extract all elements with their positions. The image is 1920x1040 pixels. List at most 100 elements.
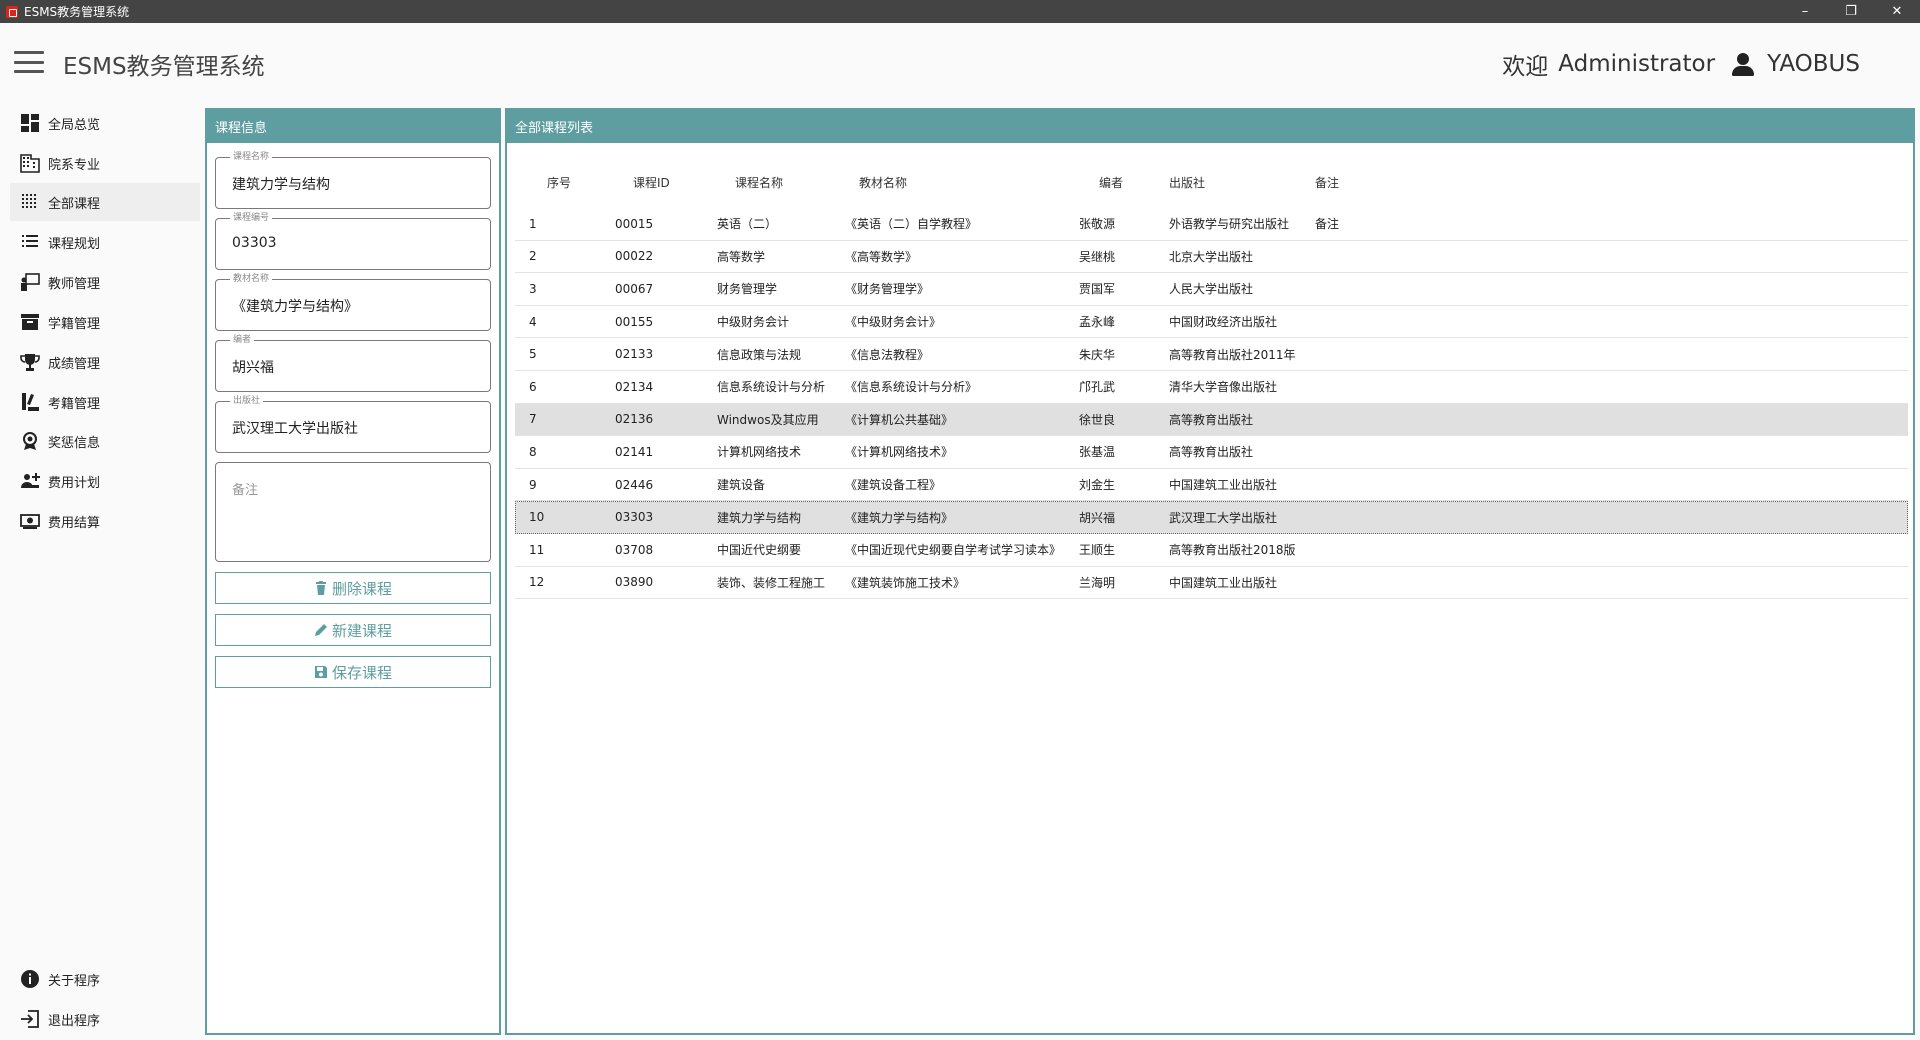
sidebar-item-label: 全部课程: [48, 196, 101, 212]
field-value: 武汉理工大学出版社: [232, 421, 358, 437]
table-cell-author: 张敬源: [1079, 217, 1116, 232]
column-header[interactable]: 课程名称: [717, 174, 845, 191]
sidebar-item-departments[interactable]: 院系专业: [10, 144, 200, 182]
table-cell-book: 《信息系统设计与分析》: [845, 380, 978, 395]
table-row[interactable]: 4 00155 中级财务会计 《中级财务会计》 孟永峰 中国财政经济出版社: [515, 306, 1908, 339]
table-row[interactable]: 11 03708 中国近代史纲要 《中国近现代史纲要自学考试学习读本》 王顺生 高等教育出…: [515, 534, 1908, 567]
sidebar-item-label: 学籍管理: [48, 316, 101, 332]
field-label: 编者: [230, 335, 255, 346]
table-row[interactable]: 7 02136 Windwos及其应用 《计算机公共基础》 徐世良 高等教育出版社: [515, 403, 1908, 437]
table-cell-author: 胡兴福: [1079, 510, 1116, 525]
app-header: ESMS教务管理系统 欢迎 Administrator YAOBUS: [0, 23, 1920, 100]
window-controls: – ❐ ✕: [1782, 0, 1920, 23]
sidebar-item-about[interactable]: 关于程序: [10, 960, 200, 998]
table-row[interactable]: 5 02133 信息政策与法规 《信息法教程》 朱庆华 高等教育出版社2011年: [515, 338, 1908, 371]
column-header[interactable]: 编者: [1079, 174, 1169, 191]
button-label: 保存课程: [331, 663, 392, 682]
table-cell-publisher: 中国建筑工业出版社: [1169, 575, 1278, 590]
archive-icon: [20, 312, 40, 332]
teacher-icon: [20, 272, 40, 292]
save-course-button[interactable]: 保存课程: [215, 656, 491, 688]
close-button[interactable]: ✕: [1874, 0, 1920, 23]
table-cell-id: 03708: [615, 542, 654, 557]
table-row[interactable]: 10 03303 建筑力学与结构 《建筑力学与结构》 胡兴福 武汉理工大学出版社: [515, 501, 1908, 534]
table-cell-name: 计算机网络技术: [717, 445, 802, 460]
table-cell-publisher: 高等教育出版社2018版: [1169, 543, 1296, 558]
sidebar-item-all-courses[interactable]: 全部课程: [10, 183, 200, 221]
user-name: Administrator: [1558, 51, 1716, 77]
restore-button[interactable]: ❐: [1828, 0, 1874, 23]
course-name-field[interactable]: 课程名称 建筑力学与结构: [215, 152, 491, 209]
column-header[interactable]: 教材名称: [845, 174, 1079, 191]
field-label: 出版社: [230, 396, 264, 407]
course-code-field[interactable]: 课程编号 03303: [215, 213, 491, 270]
publisher-field[interactable]: 出版社 武汉理工大学出版社: [215, 396, 491, 453]
sidebar-item-cost-plan[interactable]: 费用计划: [10, 462, 200, 500]
field-value: 建筑力学与结构: [232, 177, 330, 193]
menu-toggle-icon[interactable]: [14, 51, 44, 73]
table-cell-book: 《建筑设备工程》: [845, 478, 942, 493]
sidebar-item-overview[interactable]: 全局总览: [10, 104, 200, 142]
table-cell-idx: 12: [529, 575, 545, 590]
table-cell-name: 建筑力学与结构: [717, 510, 802, 525]
table-cell-book: 《高等数学》: [845, 249, 918, 264]
table-cell-book: 《建筑装饰施工技术》: [845, 575, 966, 590]
memo-placeholder: 备注: [232, 483, 259, 498]
sidebar-item-label: 教师管理: [48, 276, 101, 292]
table-cell-id: 02446: [615, 477, 654, 492]
table-cell-author: 兰海明: [1079, 575, 1116, 590]
sidebar-item-label: 退出程序: [48, 1013, 101, 1029]
table-cell-author: 徐世良: [1079, 412, 1116, 427]
table-cell-idx: 9: [529, 477, 537, 492]
textbook-name-field[interactable]: 教材名称 《建筑力学与结构》: [215, 274, 491, 331]
table-cell-author: 吴继桃: [1079, 249, 1116, 264]
table-cell-id: 02133: [615, 347, 654, 362]
sidebar-item-rewards[interactable]: 奖惩信息: [10, 422, 200, 460]
table-cell-publisher: 人民大学出版社: [1169, 282, 1254, 297]
table-cell-id: 02136: [615, 412, 654, 427]
trash-icon: [315, 581, 326, 595]
column-header[interactable]: 课程ID: [615, 174, 717, 191]
table-cell-idx: 6: [529, 379, 537, 394]
table-row[interactable]: 9 02446 建筑设备 《建筑设备工程》 刘金生 中国建筑工业出版社: [515, 469, 1908, 502]
sidebar-item-label: 奖惩信息: [48, 435, 101, 451]
table-cell-idx: 2: [529, 249, 537, 264]
sidebar-item-course-plan[interactable]: 课程规划: [10, 223, 200, 261]
table-cell-idx: 10: [529, 510, 545, 525]
sidebar-item-settlement[interactable]: 费用结算: [10, 502, 200, 540]
table-row[interactable]: 1 00015 英语（二） 《英语（二）自学教程》 张敬源 外语教学与研究出版社 备注: [515, 208, 1908, 241]
sidebar-item-student-records[interactable]: 学籍管理: [10, 303, 200, 341]
table-cell-publisher: 高等教育出版社2011年: [1169, 347, 1296, 362]
memo-field[interactable]: 备注: [215, 462, 491, 562]
window-titlebar: ESMS教务管理系统 – ❐ ✕: [0, 0, 1920, 23]
user-icon: [1731, 52, 1755, 76]
table-cell-author: 朱庆华: [1079, 347, 1116, 362]
column-header[interactable]: 备注: [1315, 174, 1475, 191]
sidebar-item-exams[interactable]: 考籍管理: [10, 383, 200, 421]
new-course-button[interactable]: 新建课程: [215, 614, 491, 646]
table-row[interactable]: 12 03890 装饰、装修工程施工 《建筑装饰施工技术》 兰海明 中国建筑工业出版社: [515, 567, 1908, 600]
minimize-button[interactable]: –: [1782, 0, 1828, 23]
table-cell-name: 装饰、装修工程施工: [717, 575, 826, 590]
table-row[interactable]: 3 00067 财务管理学 《财务管理学》 贾国军 人民大学出版社: [515, 273, 1908, 306]
sidebar-item-teachers[interactable]: 教师管理: [10, 263, 200, 301]
column-header[interactable]: 序号: [515, 174, 615, 191]
table-cell-book: 《计算机公共基础》: [845, 412, 954, 427]
table-row[interactable]: 2 00022 高等数学 《高等数学》 吴继桃 北京大学出版社: [515, 241, 1908, 274]
table-cell-idx: 3: [529, 281, 537, 296]
table-cell-publisher: 清华大学音像出版社: [1169, 380, 1278, 395]
table-cell-idx: 7: [529, 412, 537, 427]
table-cell-author: 王顺生: [1079, 543, 1116, 558]
app-title: ESMS教务管理系统: [63, 54, 265, 80]
table-cell-id: 00155: [615, 314, 654, 329]
author-field[interactable]: 编者 胡兴福: [215, 335, 491, 392]
sidebar-item-exit[interactable]: 退出程序: [10, 1000, 200, 1038]
delete-course-button[interactable]: 删除课程: [215, 572, 491, 604]
sidebar-item-grades[interactable]: 成绩管理: [10, 343, 200, 381]
table-row[interactable]: 8 02141 计算机网络技术 《计算机网络技术》 张基温 高等教育出版社: [515, 436, 1908, 469]
table-cell-idx: 1: [529, 216, 537, 231]
table-cell-name: 建筑设备: [717, 478, 766, 493]
table-row[interactable]: 6 02134 信息系统设计与分析 《信息系统设计与分析》 邝孔武 清华大学音像出版社: [515, 371, 1908, 404]
table-cell-id: 00015: [615, 216, 654, 231]
column-header[interactable]: 出版社: [1169, 174, 1315, 191]
